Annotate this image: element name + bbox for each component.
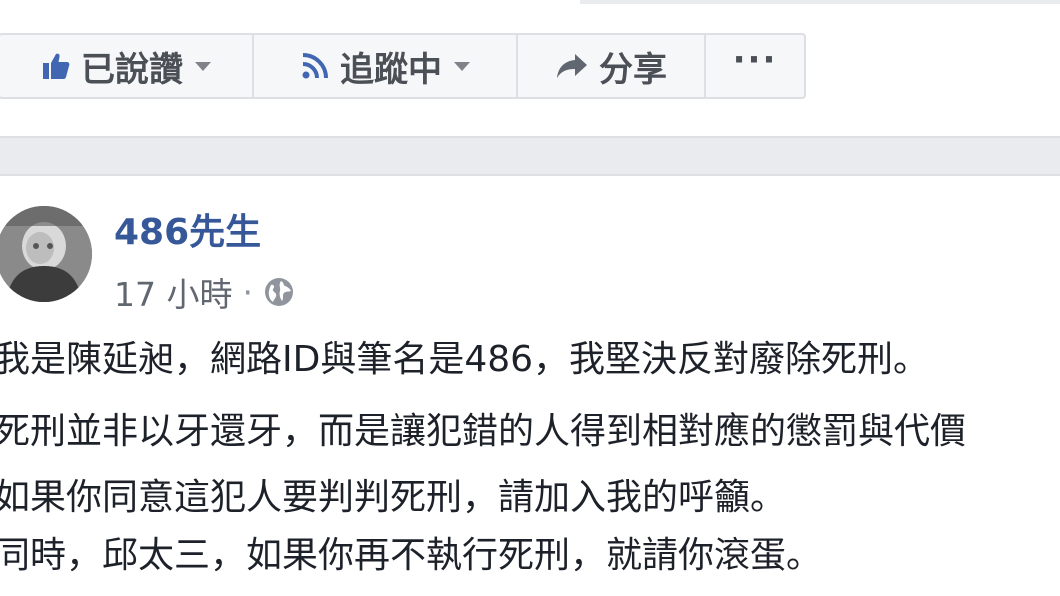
post-line: 死刑並非以牙還牙，而是讓犯錯的人得到相對應的懲罰與代價 — [0, 411, 967, 452]
post-line: 我是陳延昶，網路ID與筆名是486，我堅決反對廢除死刑。 — [0, 339, 930, 380]
chevron-down-icon — [195, 61, 211, 71]
more-label: ··· — [732, 40, 778, 80]
author-block: 486先生 17 小時 · — [114, 210, 514, 316]
post-action-bar: 已說讚 追蹤中 分享 ··· — [0, 33, 806, 99]
avatar[interactable] — [0, 206, 92, 302]
meta-separator: · — [242, 272, 253, 312]
following-button[interactable]: 追蹤中 — [254, 35, 518, 97]
thumbs-up-icon — [41, 51, 71, 81]
feed-separator — [0, 136, 1060, 176]
liked-button[interactable]: 已說讚 — [0, 35, 254, 97]
author-name[interactable]: 486先生 — [114, 210, 514, 256]
post-meta: 17 小時 · — [114, 268, 514, 316]
post-timestamp[interactable]: 17 小時 — [114, 268, 232, 316]
rss-icon — [300, 51, 330, 81]
liked-label: 已說讚 — [81, 49, 183, 90]
share-label: 分享 — [599, 49, 667, 90]
post-line: 同時，邱太三，如果你再不執行死刑，就請你滾蛋。 — [0, 535, 823, 576]
more-options-button[interactable]: ··· — [706, 35, 804, 97]
share-button[interactable]: 分享 — [518, 35, 706, 97]
post-line: 如果你同意這犯人要判判死刑，請加入我的呼籲。 — [0, 477, 787, 518]
share-arrow-icon — [555, 51, 589, 81]
top-partial-bar — [580, 0, 1060, 4]
chevron-down-icon — [454, 61, 470, 71]
following-label: 追蹤中 — [340, 49, 442, 90]
globe-icon[interactable] — [263, 276, 295, 308]
